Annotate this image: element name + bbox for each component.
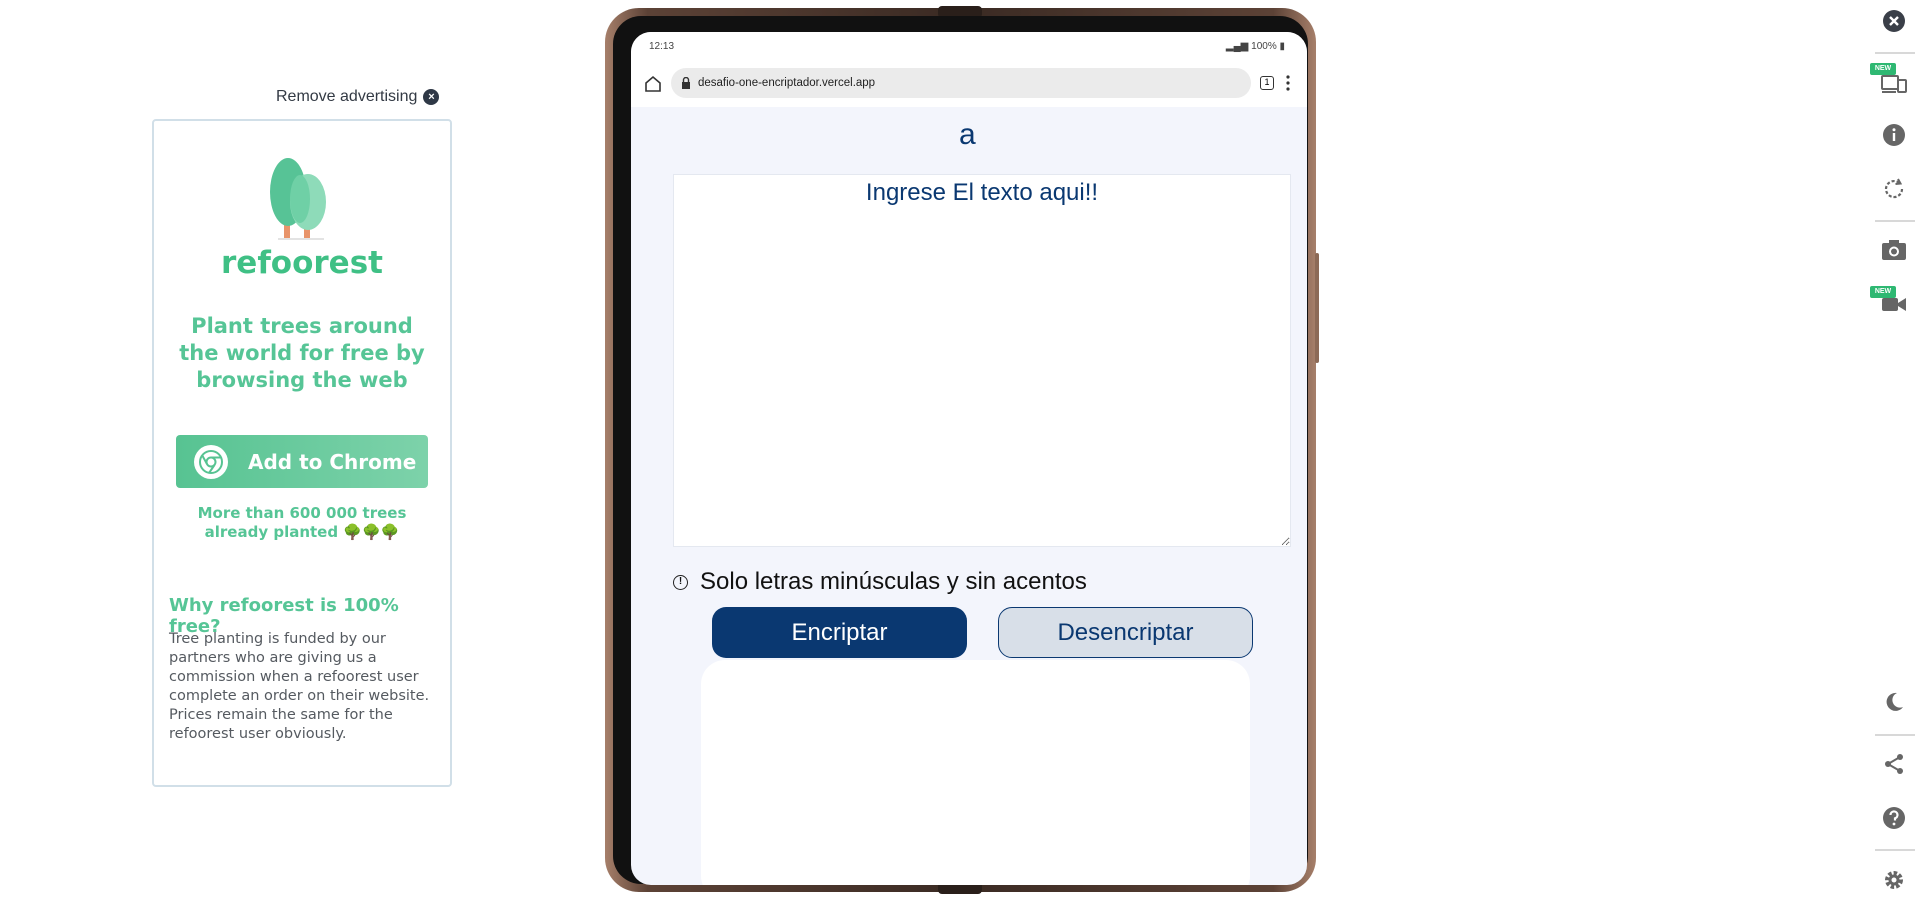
battery-icon: ▮ (1276, 41, 1285, 52)
close-icon[interactable]: × (423, 89, 440, 105)
status-bar: 12:13 ▂▄▆ 100% ▮ (631, 32, 1307, 62)
toolbar-divider (1875, 849, 1915, 851)
close-icon[interactable] (1880, 7, 1908, 35)
video-icon[interactable] (1880, 290, 1908, 318)
input-hint: ! Solo letras minúsculas y sin acentos (673, 568, 1087, 596)
add-to-chrome-button[interactable]: Add to Chrome (176, 435, 428, 488)
browser-toolbar: desafio-one-encriptador.vercel.app 1 (631, 62, 1307, 107)
rotate-icon[interactable] (1880, 175, 1908, 203)
phone-screen: 12:13 ▂▄▆ 100% ▮ desafio-one-encriptador… (631, 32, 1307, 885)
moon-icon[interactable] (1880, 688, 1908, 716)
phone-bezel: 12:13 ▂▄▆ 100% ▮ desafio-one-encriptador… (613, 16, 1308, 885)
gear-icon[interactable] (1880, 866, 1908, 894)
phone-frame: 12:13 ▂▄▆ 100% ▮ desafio-one-encriptador… (605, 6, 1319, 894)
hint-text: Solo letras minúsculas y sin acentos (700, 568, 1087, 595)
battery-level: 100% (1251, 41, 1277, 52)
refoorest-ad: refoorest Plant trees around the world f… (152, 119, 452, 787)
app-logo: a (959, 118, 976, 151)
status-battery: ▂▄▆ 100% ▮ (1226, 41, 1285, 52)
address-bar[interactable]: desafio-one-encriptador.vercel.app (671, 68, 1251, 98)
output-panel (701, 660, 1250, 885)
ad-brand-name: refoorest (221, 245, 383, 281)
trees-planted-count: More than 600 000 trees already planted … (197, 504, 407, 541)
toolbar-divider (1875, 734, 1915, 736)
more-menu-icon[interactable] (1285, 73, 1291, 93)
toolbar-divider (1875, 52, 1915, 54)
tree-logo-icon (270, 158, 326, 240)
share-icon[interactable] (1880, 750, 1908, 778)
chrome-icon (194, 444, 228, 479)
toolbar-divider (1875, 220, 1915, 222)
help-icon[interactable] (1880, 804, 1908, 832)
ad-tagline: Plant trees around the world for free by… (179, 314, 425, 392)
devices-icon[interactable] (1880, 68, 1908, 96)
home-icon[interactable] (643, 74, 663, 94)
camera-icon[interactable] (1880, 236, 1908, 264)
text-input-area[interactable] (673, 174, 1291, 547)
page: Remove advertising × refoorest Plant tre… (0, 0, 1917, 901)
why-free-text: Tree planting is funded by our partners … (169, 631, 430, 742)
exclamation-icon: ! (673, 574, 688, 590)
lock-icon (682, 77, 690, 89)
remove-advertising-label: Remove advertising (276, 88, 418, 105)
info-icon[interactable] (1880, 121, 1908, 149)
address-url: desafio-one-encriptador.vercel.app (698, 77, 876, 89)
encrypt-text-input[interactable] (674, 175, 1290, 546)
right-toolbar: NEW NEW (1870, 0, 1917, 901)
side-button (1315, 253, 1319, 363)
signal-icon: ▂▄▆ (1225, 41, 1252, 52)
tab-switcher-button[interactable]: 1 (1260, 76, 1274, 90)
status-time: 12:13 (649, 41, 675, 52)
remove-advertising-link[interactable]: Remove advertising × (276, 88, 440, 106)
encrypt-button[interactable]: Encriptar (712, 607, 967, 658)
decrypt-button[interactable]: Desencriptar (998, 607, 1253, 658)
add-to-chrome-label: Add to Chrome (248, 449, 417, 474)
